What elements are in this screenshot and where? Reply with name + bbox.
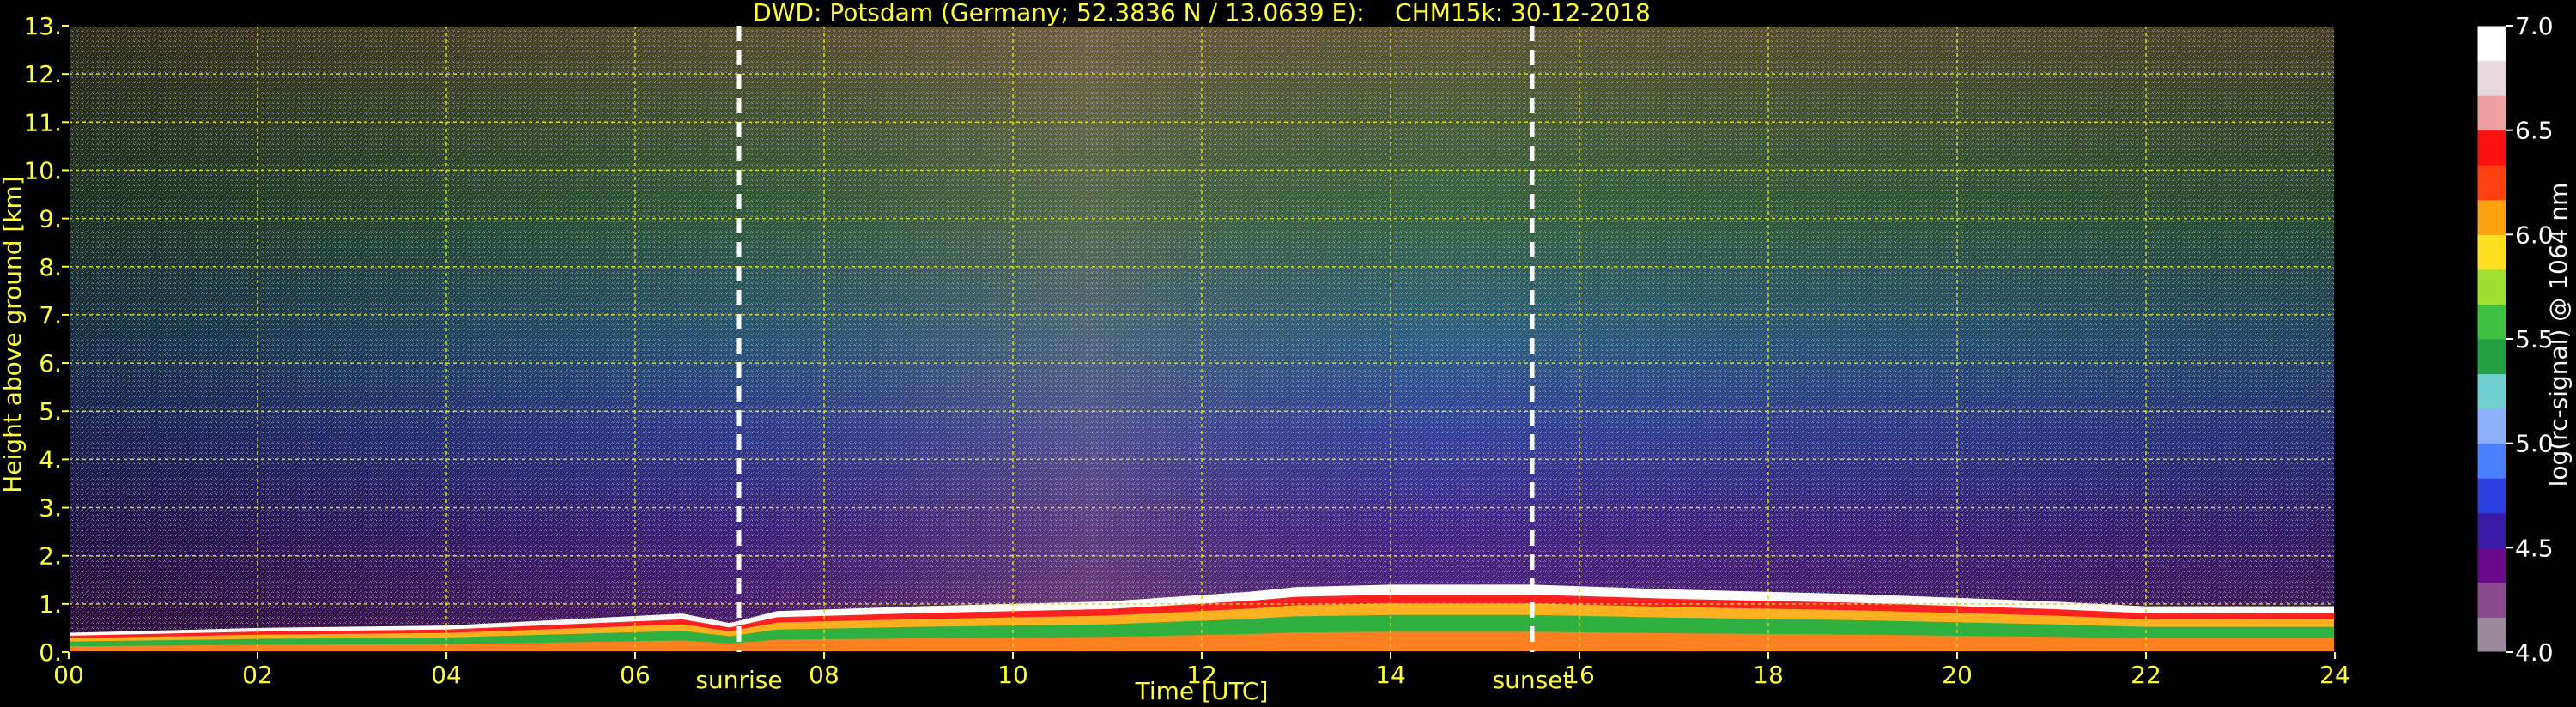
x-tick-label: 00 bbox=[53, 661, 84, 689]
x-tick-label: 14 bbox=[1375, 661, 1406, 689]
colorbar-segment bbox=[2477, 408, 2506, 444]
y-axis-ticks: 0.1.2.3.4.5.6.7.8.9.10.11.12.13. bbox=[23, 12, 69, 667]
y-tick-label: 3. bbox=[39, 494, 62, 523]
colorbar-segment bbox=[2477, 165, 2506, 201]
colorbar-tick-label: 4.5 bbox=[2515, 534, 2554, 562]
colorbar-segment bbox=[2477, 582, 2506, 618]
colorbar-segment bbox=[2477, 269, 2506, 305]
x-tick-label: 20 bbox=[1942, 661, 1973, 689]
colorbar-segment bbox=[2477, 234, 2506, 270]
colorbar-tick-label: 7.0 bbox=[2515, 12, 2554, 40]
colorbar-segment bbox=[2477, 617, 2506, 653]
y-tick-label: 13. bbox=[23, 12, 62, 40]
x-tick-label: 18 bbox=[1753, 661, 1784, 689]
colorbar-segment bbox=[2477, 26, 2506, 62]
colorbar-segment bbox=[2477, 304, 2506, 340]
event-label-sunrise: sunrise bbox=[695, 666, 782, 694]
y-tick-label: 9. bbox=[39, 205, 62, 233]
colorbar-segment bbox=[2477, 339, 2506, 375]
colorbar: 4.04.55.05.56.06.57.0 bbox=[2476, 12, 2554, 667]
y-tick-label: 4. bbox=[39, 445, 62, 474]
x-tick-label: 22 bbox=[2131, 661, 2161, 689]
y-tick-label: 5. bbox=[39, 397, 62, 426]
x-tick-label: 24 bbox=[2319, 661, 2350, 689]
x-tick-label: 04 bbox=[431, 661, 462, 689]
colorbar-segment bbox=[2477, 95, 2506, 131]
colorbar-label: log(rc-signal) @ 1064 nm bbox=[2544, 183, 2573, 487]
y-tick-label: 8. bbox=[39, 253, 62, 281]
colorbar-segment bbox=[2477, 443, 2506, 479]
ceilometer-chart: sunrise sunset 0.1.2.3.4.5.6.7.8.9.10.11.… bbox=[0, 0, 2573, 705]
y-tick-label: 6. bbox=[39, 349, 62, 378]
y-axis-label: Height above ground [km] bbox=[0, 176, 27, 493]
colorbar-segment bbox=[2477, 199, 2506, 235]
colorbar-segment bbox=[2477, 60, 2506, 96]
x-tick-label: 02 bbox=[242, 661, 273, 689]
colorbar-segment bbox=[2477, 373, 2506, 409]
event-label-sunset: sunset bbox=[1493, 666, 1573, 694]
x-tick-label: 10 bbox=[997, 661, 1028, 689]
y-tick-label: 2. bbox=[39, 542, 62, 571]
x-tick-label: 16 bbox=[1564, 661, 1595, 689]
y-tick-label: 1. bbox=[39, 590, 62, 619]
colorbar-segment bbox=[2477, 547, 2506, 583]
colorbar-tick-label: 6.5 bbox=[2515, 117, 2554, 145]
plot-area bbox=[69, 26, 2335, 652]
signal-noise bbox=[69, 26, 2335, 652]
y-tick-label: 12. bbox=[23, 60, 62, 88]
colorbar-segment bbox=[2477, 478, 2506, 514]
x-axis-label: Time [UTC] bbox=[1135, 677, 1269, 705]
x-tick-label: 06 bbox=[620, 661, 651, 689]
x-tick-label: 08 bbox=[809, 661, 839, 689]
y-tick-label: 10. bbox=[23, 156, 62, 184]
chart-title: DWD: Potsdam (Germany; 52.3836 N / 13.06… bbox=[753, 0, 1651, 27]
y-tick-label: 7. bbox=[39, 301, 62, 329]
colorbar-segment bbox=[2477, 130, 2506, 166]
colorbar-segment bbox=[2477, 512, 2506, 548]
y-tick-label: 11. bbox=[23, 108, 62, 136]
colorbar-tick-label: 4.0 bbox=[2515, 638, 2554, 667]
